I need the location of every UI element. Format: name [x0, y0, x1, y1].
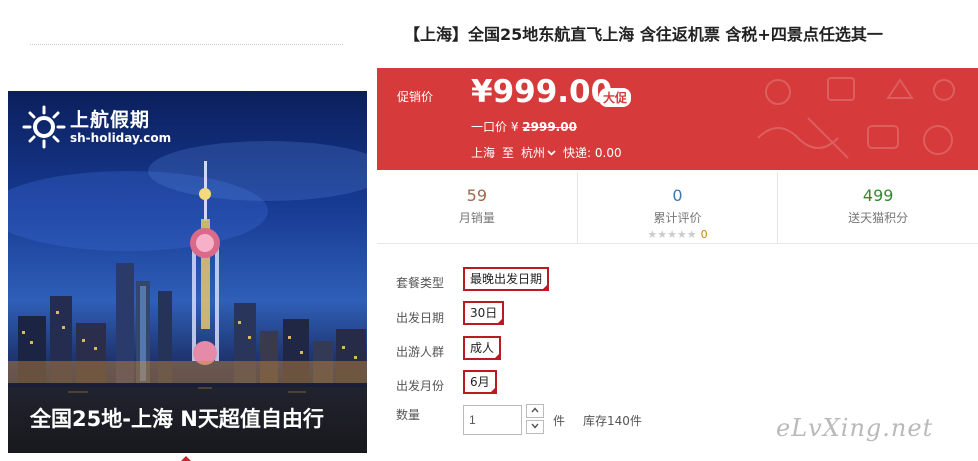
monthly-sales-stat: 59 月销量: [377, 172, 577, 243]
promo-price-label: 促销价: [397, 90, 434, 104]
departure-month-label: 出发月份: [396, 379, 445, 393]
reviews-label: 累计评价: [653, 211, 702, 225]
chevron-down-icon: [531, 423, 539, 429]
rating-stars: ★★★★★ 0: [578, 228, 778, 241]
origin-city: 上海: [471, 146, 496, 160]
departure-date-option[interactable]: 30日: [463, 301, 505, 325]
price-panel: 促销价 ¥999.00 大促 一口价 ¥ 2999.00 上海 至 杭州 快递:…: [377, 68, 978, 170]
departure-date-label: 出发日期: [396, 311, 445, 325]
points-stat: 499 送天猫积分: [777, 172, 978, 243]
sales-stats: 59 月销量 0 累计评价 ★★★★★ 0 499 送天猫积分: [377, 172, 978, 244]
sun-logo-icon: [22, 105, 66, 149]
logo-name: 上航假期: [70, 109, 151, 131]
product-image[interactable]: 上航假期 sh-holiday.com 全国25地-上海 N天超值自由行: [8, 91, 367, 453]
quantity-input[interactable]: 1: [463, 405, 522, 435]
quantity-unit: 件: [553, 414, 566, 428]
quantity-increase-button[interactable]: [526, 404, 544, 418]
promo-price: ¥999.00: [471, 74, 613, 110]
destination-city-select[interactable]: 杭州: [521, 144, 556, 161]
quantity-decrease-button[interactable]: [526, 420, 544, 434]
chevron-down-icon: [547, 150, 556, 156]
brand-logo: 上航假期 sh-holiday.com: [22, 105, 171, 149]
stock-count: 库存140件: [583, 414, 642, 428]
shipping-route: 上海 至 杭州 快递: 0.00: [471, 144, 622, 161]
image-caption: 全国25地-上海 N天超值自由行: [30, 407, 324, 431]
logo-url: sh-holiday.com: [70, 131, 172, 145]
departure-month-option[interactable]: 6月: [463, 370, 497, 394]
destination-city: 杭州: [521, 146, 546, 160]
points-count: 499: [862, 186, 894, 205]
delivery-fee: 快递: 0.00: [563, 146, 622, 160]
divider: [30, 44, 343, 45]
monthly-sales-count: 59: [466, 186, 488, 205]
package-type-option[interactable]: 最晚出发日期: [463, 267, 550, 291]
original-price-value: 2999.00: [522, 120, 577, 134]
chevron-up-icon: [531, 407, 539, 413]
points-label: 送天猫积分: [848, 211, 909, 225]
original-price-label: 一口价 ¥: [471, 120, 519, 134]
quantity-label: 数量: [396, 408, 421, 422]
original-price: 一口价 ¥ 2999.00: [471, 118, 577, 135]
monthly-sales-label: 月销量: [458, 211, 495, 225]
traveler-group-option[interactable]: 成人: [463, 336, 502, 360]
thumbnail-indicator-icon: [181, 456, 191, 461]
decorative-pattern-icon: [757, 77, 955, 159]
package-type-label: 套餐类型: [396, 276, 445, 290]
product-title: 【上海】全国25地东航直飞上海 含往返机票 含税+四景点任选其一: [404, 25, 883, 44]
image-caption-bar: 全国25地-上海 N天超值自由行: [8, 387, 367, 453]
site-watermark: eLvXing.net: [776, 414, 934, 442]
rating-value: 0: [700, 228, 708, 241]
route-to: 至: [502, 146, 515, 160]
reviews-stat[interactable]: 0 累计评价 ★★★★★ 0: [576, 172, 778, 243]
promo-badge: 大促: [599, 88, 632, 107]
star-icons: ★★★★★: [647, 228, 697, 241]
reviews-count: 0: [672, 186, 683, 205]
traveler-group-label: 出游人群: [396, 345, 445, 359]
